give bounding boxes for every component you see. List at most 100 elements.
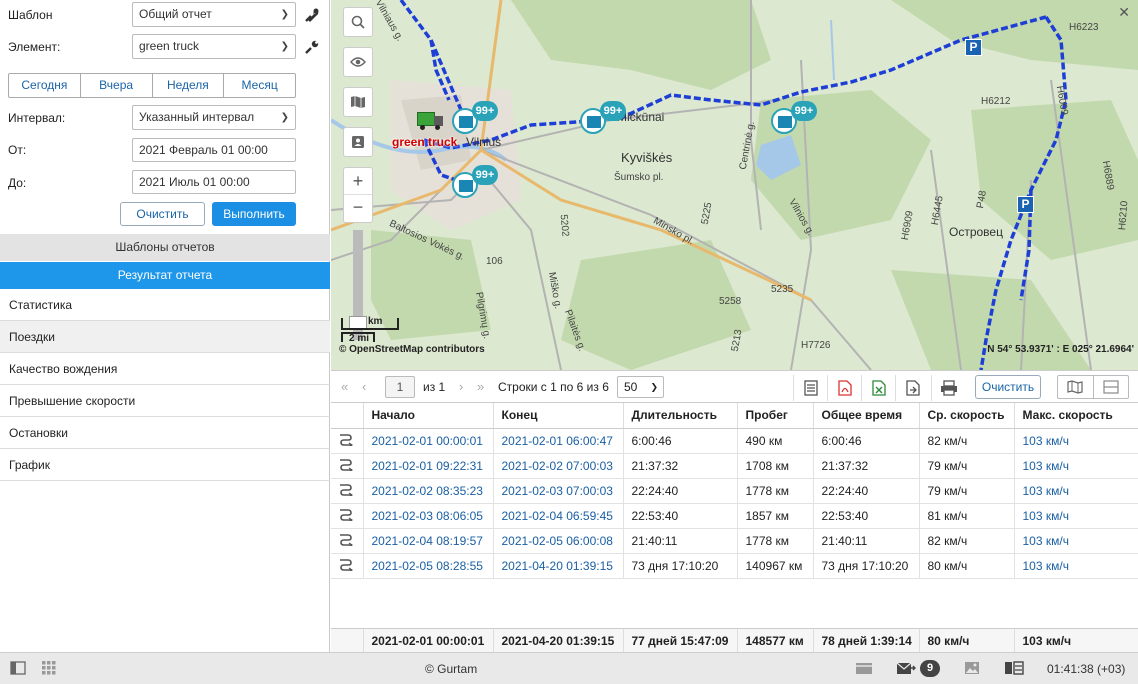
prev-page-icon[interactable]: ‹ — [362, 379, 366, 394]
cell-start[interactable]: 2021-02-01 09:22:31 — [363, 453, 494, 479]
file-export-icon — [905, 380, 920, 396]
wrench-icon[interactable] — [305, 8, 319, 22]
rows-per-page-select[interactable]: 50 ❯ — [617, 376, 664, 398]
table-row[interactable]: 2021-02-05 08:28:55 2021-04-20 01:39:15 73… — [331, 553, 1138, 579]
wrench-icon[interactable] — [305, 40, 319, 54]
tab-today[interactable]: Сегодня — [9, 74, 81, 97]
map-visibility-button[interactable] — [343, 47, 373, 77]
column-header-end[interactable]: Конец — [493, 403, 624, 429]
cluster-badge[interactable]: 99+ — [600, 101, 626, 121]
map-view-toggle[interactable] — [1058, 376, 1094, 398]
clear-table-button[interactable]: Очистить — [975, 375, 1041, 399]
page-input[interactable]: 1 — [385, 376, 415, 398]
cell-max-speed[interactable]: 103 км/ч — [1014, 553, 1138, 579]
cell-start[interactable]: 2021-02-01 00:00:01 — [363, 428, 494, 454]
column-header-total-time[interactable]: Общее время — [813, 403, 920, 429]
cell-max-speed[interactable]: 103 км/ч — [1014, 478, 1138, 504]
cell-start[interactable]: 2021-02-03 08:06:05 — [363, 503, 494, 529]
column-header-duration[interactable]: Длительность — [623, 403, 738, 429]
tab-month[interactable]: Месяц — [224, 74, 295, 97]
tab-week[interactable]: Неделя — [153, 74, 225, 97]
map-info-button[interactable] — [343, 127, 373, 157]
card-icon[interactable] — [855, 662, 873, 675]
chevron-down-icon: ❯ — [280, 9, 289, 20]
result-item-trips[interactable]: Поездки — [0, 321, 330, 353]
result-item-driving-quality[interactable]: Качество вождения — [0, 353, 330, 385]
table-row[interactable]: 2021-02-01 00:00:01 2021-02-01 06:00:47 6:… — [331, 428, 1138, 454]
column-header-start[interactable]: Начало — [363, 403, 494, 429]
parking-icon[interactable]: P — [1017, 196, 1034, 213]
last-page-icon[interactable]: » — [477, 379, 484, 394]
image-icon[interactable] — [964, 661, 980, 675]
cell-max-speed[interactable]: 103 км/ч — [1014, 528, 1138, 554]
map-view[interactable]: Kyviškės Mickūnai Островец Vilnius Šumsk… — [331, 0, 1138, 370]
close-icon[interactable]: ✕ — [1118, 4, 1130, 21]
messages-icon[interactable] — [896, 662, 916, 675]
cell-end[interactable]: 2021-02-02 07:00:03 — [493, 453, 624, 479]
column-header-mileage[interactable]: Пробег — [737, 403, 814, 429]
cell-max-speed[interactable]: 103 км/ч — [1014, 428, 1138, 454]
cell-start[interactable]: 2021-02-05 08:28:55 — [363, 553, 494, 579]
table-row[interactable]: 2021-02-03 08:06:05 2021-02-04 06:59:45 22… — [331, 503, 1138, 529]
cell-end[interactable]: 2021-02-05 06:00:08 — [493, 528, 624, 554]
parking-icon[interactable]: P — [965, 39, 982, 56]
trip-route-icon[interactable] — [331, 478, 364, 504]
result-item-chart[interactable]: График — [0, 449, 330, 481]
tab-yesterday[interactable]: Вчера — [81, 74, 153, 97]
interval-select[interactable]: Указанный интервал ❯ — [132, 105, 296, 130]
result-item-statistics[interactable]: Статистика — [0, 289, 330, 321]
cell-max-speed[interactable]: 103 км/ч — [1014, 503, 1138, 529]
cluster-badge[interactable]: 99+ — [472, 165, 498, 185]
cell-max-speed[interactable]: 103 км/ч — [1014, 453, 1138, 479]
first-page-icon[interactable]: « — [341, 379, 348, 394]
to-date-input[interactable]: 2021 Июль 01 00:00 — [132, 170, 296, 194]
table-row[interactable]: 2021-02-01 09:22:31 2021-02-02 07:00:03 21… — [331, 453, 1138, 479]
report-result-section[interactable]: Результат отчета — [0, 262, 330, 289]
trip-route-icon[interactable] — [331, 428, 364, 454]
cell-start[interactable]: 2021-02-02 08:35:23 — [363, 478, 494, 504]
cell-start[interactable]: 2021-02-04 08:19:57 — [363, 528, 494, 554]
table-row[interactable]: 2021-02-02 08:35:23 2021-02-03 07:00:03 22… — [331, 478, 1138, 504]
template-select[interactable]: Общий отчет ❯ — [132, 2, 296, 27]
export-file-button[interactable] — [895, 375, 929, 401]
layout-icon[interactable] — [1004, 661, 1024, 675]
trip-route-icon[interactable] — [331, 528, 364, 554]
split-view-toggle[interactable] — [1094, 376, 1129, 398]
cell-end[interactable]: 2021-02-03 07:00:03 — [493, 478, 624, 504]
trip-route-icon[interactable] — [331, 453, 364, 479]
panel-toggle-icon[interactable] — [10, 661, 26, 675]
grid-icon[interactable] — [42, 661, 56, 675]
cell-end[interactable]: 2021-02-04 06:59:45 — [493, 503, 624, 529]
export-pdf-button[interactable] — [827, 375, 861, 401]
report-templates-section[interactable]: Шаблоны отчетов — [0, 234, 330, 261]
trip-route-icon[interactable] — [331, 503, 364, 529]
table-row[interactable]: 2021-02-04 08:19:57 2021-02-05 06:00:08 21… — [331, 528, 1138, 554]
map-credits: © OpenStreetMap contributors — [339, 344, 485, 355]
clock: 01:41:38 (+03) — [1047, 662, 1126, 676]
from-date-input[interactable]: 2021 Февраль 01 00:00 — [132, 138, 296, 162]
cluster-badge[interactable]: 99+ — [472, 101, 498, 121]
element-select[interactable]: green truck ❯ — [132, 34, 296, 59]
cluster-badge[interactable]: 99+ — [791, 101, 817, 121]
total-time: 78 дней 1:39:14 — [813, 629, 920, 653]
messages-count-badge[interactable]: 9 — [920, 660, 940, 677]
print-button[interactable] — [931, 375, 965, 401]
export-html-button[interactable] — [793, 375, 827, 401]
cell-end[interactable]: 2021-04-20 01:39:15 — [493, 553, 624, 579]
clear-button[interactable]: Очистить — [120, 202, 205, 226]
table-toolbar: « ‹ 1 из 1 › » Строки с 1 по 6 из 6 50 ❯ … — [331, 370, 1138, 403]
cell-end[interactable]: 2021-02-01 06:00:47 — [493, 428, 624, 454]
column-header-max-speed[interactable]: Макс. скорость — [1014, 403, 1138, 429]
export-excel-button[interactable] — [861, 375, 895, 401]
trip-route-icon[interactable] — [331, 553, 364, 579]
zoom-in-button[interactable]: + — [344, 168, 372, 195]
column-header-avg-speed[interactable]: Ср. скорость — [919, 403, 1015, 429]
map-search-button[interactable] — [343, 7, 373, 37]
next-page-icon[interactable]: › — [459, 379, 463, 394]
zoom-out-button[interactable]: − — [344, 195, 372, 222]
result-item-stops[interactable]: Остановки — [0, 417, 330, 449]
result-item-speeding[interactable]: Превышение скорости — [0, 385, 330, 417]
run-button[interactable]: Выполнить — [212, 202, 296, 226]
truck-icon[interactable] — [417, 108, 445, 130]
map-layers-button[interactable] — [343, 87, 373, 117]
